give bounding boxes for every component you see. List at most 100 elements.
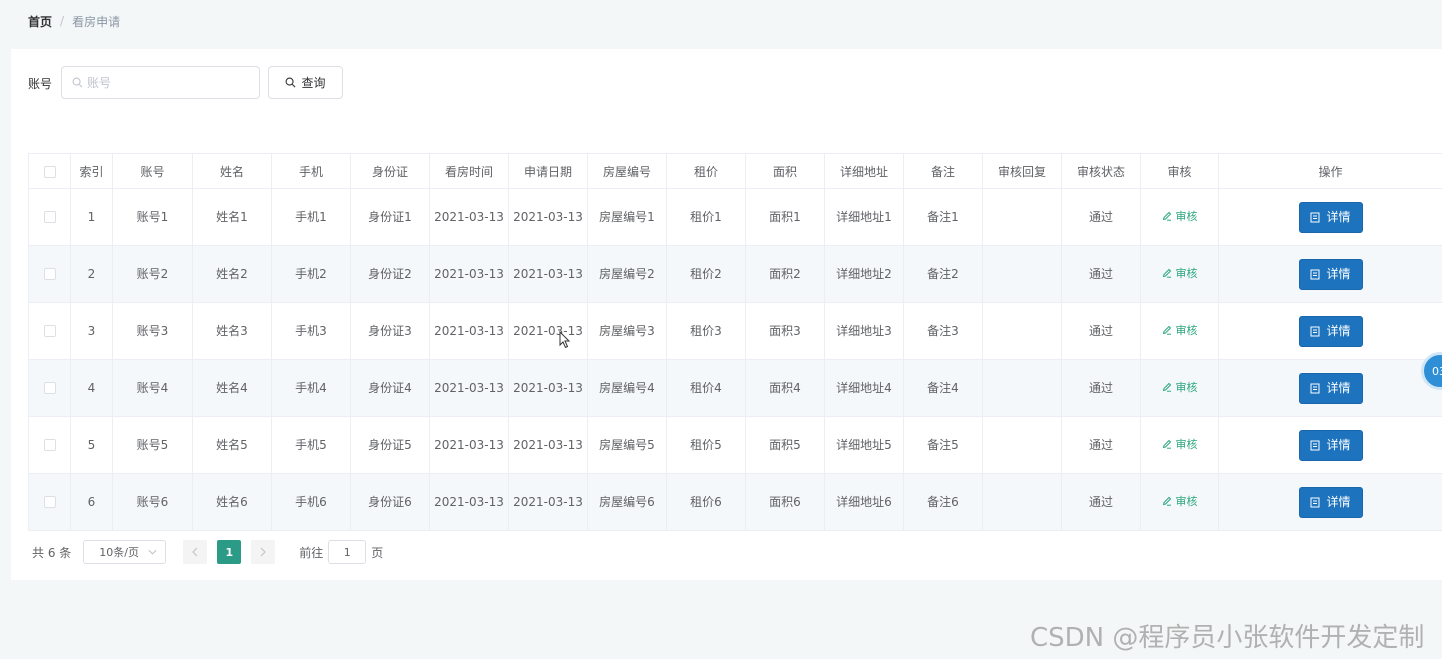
table-cell: 租价2	[666, 245, 746, 303]
search-input[interactable]	[87, 75, 237, 90]
breadcrumb-home[interactable]: 首页	[28, 13, 52, 30]
audit-link[interactable]: 审核	[1162, 207, 1198, 226]
operation-cell: 详情	[1218, 302, 1442, 360]
page-number-current[interactable]: 1	[217, 540, 242, 564]
detail-button[interactable]: 详情	[1298, 258, 1363, 290]
table-cell: 面积4	[745, 359, 825, 417]
mouse-cursor-icon	[559, 331, 571, 349]
table-cell: 1	[70, 188, 113, 246]
prev-page-button[interactable]	[183, 540, 208, 564]
table-cell: 账号6	[112, 473, 193, 531]
page-size-value: 10条/页	[99, 546, 139, 559]
table-cell	[982, 359, 1062, 417]
audit-link-label: 审核	[1175, 494, 1198, 508]
table-row: 3 账号3 姓名3 手机3 身份证3 2021-03-13 2021-03-13 房屋编号3 租…	[28, 302, 1442, 360]
table-cell: 身份证3	[350, 302, 430, 360]
table-cell: 账号3	[112, 302, 193, 360]
operation-cell: 详情	[1218, 473, 1442, 531]
row-select-cell[interactable]	[28, 359, 71, 417]
table-cell: 备注6	[903, 473, 983, 531]
operation-cell: 详情	[1218, 245, 1442, 303]
table-cell: 2021-03-13	[508, 245, 588, 303]
table-cell	[982, 473, 1062, 531]
audit-link[interactable]: 审核	[1162, 378, 1198, 397]
table-cell: 房屋编号1	[587, 188, 667, 246]
table-cell: 备注4	[903, 359, 983, 417]
row-select-cell[interactable]	[28, 188, 71, 246]
audit-link[interactable]: 审核	[1162, 492, 1198, 511]
audit-link-label: 审核	[1175, 323, 1198, 337]
audit-link[interactable]: 审核	[1162, 321, 1198, 340]
row-checkbox[interactable]	[43, 268, 56, 280]
header-cell: 手机	[271, 153, 351, 189]
table-cell: 手机2	[271, 245, 351, 303]
table-cell: 备注2	[903, 245, 983, 303]
table-row: 2 账号2 姓名2 手机2 身份证2 2021-03-13 2021-03-13 房屋编号2 租…	[28, 245, 1442, 303]
table-cell: 姓名4	[192, 359, 272, 417]
select-all-checkbox[interactable]	[43, 165, 56, 178]
row-checkbox[interactable]	[43, 496, 56, 508]
audit-link-label: 审核	[1175, 437, 1198, 451]
edit-icon	[1162, 383, 1171, 392]
table-cell: 姓名6	[192, 473, 272, 531]
table-cell: 手机4	[271, 359, 351, 417]
table-cell: 姓名2	[192, 245, 272, 303]
document-icon	[1310, 383, 1320, 393]
table-cell: 租价1	[666, 188, 746, 246]
table-cell: 姓名1	[192, 188, 272, 246]
table-cell	[982, 245, 1062, 303]
table-cell: 通过	[1061, 188, 1141, 246]
table-cell: 姓名3	[192, 302, 272, 360]
table-row: 4 账号4 姓名4 手机4 身份证4 2021-03-13 2021-03-13 房屋编号4 租…	[28, 359, 1442, 417]
header-cell: 身份证	[350, 153, 430, 189]
detail-button[interactable]: 详情	[1298, 201, 1363, 233]
table-cell: 账号1	[112, 188, 193, 246]
application-table: 索引 账号 姓名 手机 身份证 看房时间 申请日期 房屋编号 租价 面积 详细地…	[28, 153, 1442, 531]
content-panel: 账号 查询 索引 账号 姓名 手机 身份证	[11, 49, 1442, 580]
table-row: 1 账号1 姓名1 手机1 身份证1 2021-03-13 2021-03-13 房屋编号1 租…	[28, 188, 1442, 246]
audit-link[interactable]: 审核	[1162, 264, 1198, 283]
audit-link-label: 审核	[1175, 209, 1198, 223]
select-all-cell[interactable]	[28, 153, 71, 189]
table-cell: 通过	[1061, 416, 1141, 474]
detail-button[interactable]: 详情	[1298, 315, 1363, 347]
header-cell: 备注	[903, 153, 983, 189]
audit-cell: 审核	[1140, 416, 1219, 474]
row-checkbox[interactable]	[43, 211, 56, 223]
goto-page-input[interactable]	[328, 540, 367, 564]
table-cell: 2021-03-13	[429, 302, 509, 360]
detail-button-label: 详情	[1326, 437, 1351, 452]
page-size-select[interactable]: 10条/页	[83, 540, 167, 564]
audit-link[interactable]: 审核	[1162, 435, 1198, 454]
detail-button[interactable]: 详情	[1298, 429, 1363, 461]
header-cell: 租价	[666, 153, 746, 189]
table-row: 6 账号6 姓名6 手机6 身份证6 2021-03-13 2021-03-13 房屋编号6 租…	[28, 473, 1442, 531]
table-cell: 2	[70, 245, 113, 303]
detail-button[interactable]: 详情	[1298, 372, 1363, 404]
next-page-button[interactable]	[251, 540, 276, 564]
search-icon	[72, 77, 83, 88]
document-icon	[1310, 269, 1320, 279]
row-select-cell[interactable]	[28, 416, 71, 474]
row-select-cell[interactable]	[28, 245, 71, 303]
table-cell: 手机5	[271, 416, 351, 474]
table-cell: 身份证2	[350, 245, 430, 303]
audit-link-label: 审核	[1175, 266, 1198, 280]
table-cell: 2021-03-13	[429, 188, 509, 246]
row-checkbox[interactable]	[43, 382, 56, 394]
query-button[interactable]: 查询	[268, 66, 343, 99]
table-cell: 手机3	[271, 302, 351, 360]
row-checkbox[interactable]	[43, 325, 56, 337]
row-select-cell[interactable]	[28, 473, 71, 531]
detail-button-label: 详情	[1326, 380, 1351, 395]
table-cell: 身份证6	[350, 473, 430, 531]
row-select-cell[interactable]	[28, 302, 71, 360]
document-icon	[1310, 497, 1320, 507]
search-input-wrapper[interactable]	[61, 66, 260, 99]
table-cell: 租价5	[666, 416, 746, 474]
row-checkbox[interactable]	[43, 439, 56, 451]
table-header-row: 索引 账号 姓名 手机 身份证 看房时间 申请日期 房屋编号 租价 面积 详细地…	[28, 153, 1442, 189]
table-cell: 房屋编号2	[587, 245, 667, 303]
detail-button[interactable]: 详情	[1298, 486, 1363, 518]
detail-button-label: 详情	[1326, 209, 1351, 224]
